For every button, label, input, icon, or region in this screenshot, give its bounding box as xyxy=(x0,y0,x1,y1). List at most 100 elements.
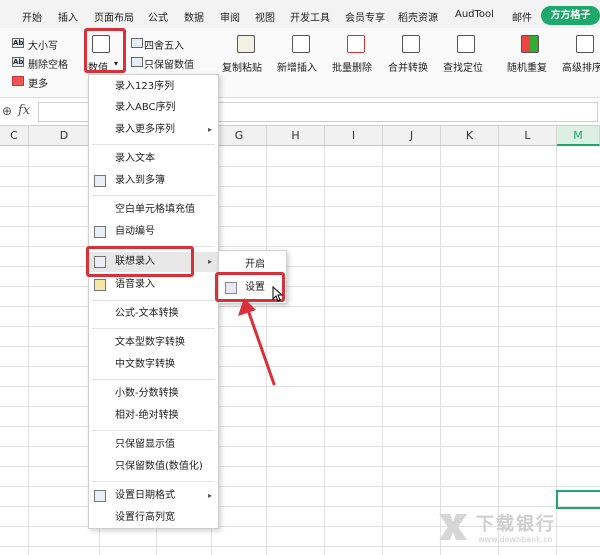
submenu-arrow-icon: ▸ xyxy=(207,257,212,266)
column-header[interactable]: I xyxy=(325,126,383,146)
grid-line xyxy=(440,146,441,555)
menu-separator xyxy=(92,328,215,329)
random-repeat-button[interactable]: 随机重复 xyxy=(507,59,547,74)
voice-input-icon xyxy=(94,279,106,291)
grid-line xyxy=(28,146,29,555)
menu-item-input-more[interactable]: 录入更多序列 ▸ xyxy=(89,120,218,140)
column-header[interactable]: J xyxy=(383,126,441,146)
menu-item-voice-input[interactable]: 语音录入 xyxy=(89,275,218,295)
menu-separator xyxy=(92,300,215,301)
menu-item-input-123[interactable]: 录入123序列 xyxy=(89,77,218,97)
keep-value-icon xyxy=(131,57,143,67)
column-header[interactable]: K xyxy=(441,126,499,146)
date-format-icon xyxy=(94,490,106,502)
tab-docer[interactable]: 稻壳资源 xyxy=(398,9,438,24)
copy-paste-button[interactable]: 复制粘贴 xyxy=(222,59,262,74)
menu-item-input-text[interactable]: 录入文本 xyxy=(89,149,218,169)
grid-line xyxy=(382,146,383,555)
menu-item-auto-number[interactable]: 自动编号 xyxy=(89,222,218,242)
watermark-url: www.downbank.cn xyxy=(478,535,553,544)
remove-space-icon: Ab xyxy=(12,57,24,67)
column-header[interactable]: H xyxy=(267,126,325,146)
menu-item-chinese-number[interactable]: 中文数字转换 xyxy=(89,355,218,375)
menu-item-label: 自动编号 xyxy=(115,226,155,237)
advanced-sort-button[interactable]: 高级排序 xyxy=(562,59,600,74)
insert-new-button[interactable]: 新增插入 xyxy=(277,59,317,74)
grid-line xyxy=(498,146,499,555)
selected-cell[interactable] xyxy=(556,490,600,509)
menu-item-label: 设置行高列宽 xyxy=(115,512,175,523)
watermark-logo-icon xyxy=(439,514,467,540)
menu-item-label: 录入ABC序列 xyxy=(115,102,176,113)
menu-separator xyxy=(92,481,215,482)
tab-insert[interactable]: 插入 xyxy=(58,9,78,24)
merge-convert-icon xyxy=(402,35,420,53)
tab-fangfang[interactable]: 方方格子 xyxy=(541,6,600,25)
remove-space-button[interactable]: 删除空格 xyxy=(28,56,68,71)
column-header[interactable]: G xyxy=(212,126,267,146)
insert-new-icon xyxy=(292,35,310,53)
tab-audtool[interactable]: AudTool xyxy=(455,9,494,20)
more-icon xyxy=(12,76,24,86)
submenu-arrow-icon: ▸ xyxy=(207,491,212,500)
menu-item-input-multi-book[interactable]: 录入到多簿 xyxy=(89,171,218,191)
round-icon xyxy=(131,38,143,48)
menu-item-label: 只保留显示值 xyxy=(115,439,175,450)
menu-item-label: 录入更多序列 xyxy=(115,124,175,135)
menu-separator xyxy=(92,144,215,145)
submenu-arrow-icon: ▸ xyxy=(207,125,212,134)
menu-item-keep-value[interactable]: 只保留数值(数值化) xyxy=(89,457,218,477)
tab-member[interactable]: 会员专享 xyxy=(345,9,385,24)
column-header[interactable]: C xyxy=(0,126,29,146)
menu-item-decimal-fraction[interactable]: 小数-分数转换 xyxy=(89,384,218,404)
round-button[interactable]: 四舍五入 xyxy=(144,37,184,52)
menu-item-row-col-size[interactable]: 设置行高列宽 xyxy=(89,508,218,528)
copy-paste-icon xyxy=(237,35,255,53)
watermark: 下载银行 www.downbank.cn xyxy=(436,508,596,550)
menu-item-formula-text[interactable]: 公式-文本转换 xyxy=(89,304,218,324)
menu-separator xyxy=(92,379,215,380)
column-header[interactable]: L xyxy=(499,126,557,146)
zoom-icon[interactable]: ⊕ xyxy=(2,104,12,118)
tab-data[interactable]: 数据 xyxy=(184,9,204,24)
menu-item-label: 只保留数值(数值化) xyxy=(115,461,203,472)
menu-item-label: 文本型数字转换 xyxy=(115,337,185,348)
menu-item-keep-display[interactable]: 只保留显示值 xyxy=(89,435,218,455)
menu-item-label: 录入到多簿 xyxy=(115,175,165,186)
merge-convert-button[interactable]: 合并转换 xyxy=(388,59,428,74)
case-button[interactable]: 大小写 xyxy=(28,37,58,52)
menu-item-label: 录入123序列 xyxy=(115,81,175,92)
associative-input-highlight-box xyxy=(86,246,194,277)
tab-page-layout[interactable]: 页面布局 xyxy=(94,9,134,24)
menu-item-label: 录入文本 xyxy=(115,153,155,164)
more-button[interactable]: 更多 xyxy=(28,75,48,90)
menu-item-input-abc[interactable]: 录入ABC序列 xyxy=(89,98,218,118)
batch-delete-icon xyxy=(347,35,365,53)
tab-view[interactable]: 视图 xyxy=(255,9,275,24)
menu-item-label: 语音录入 xyxy=(115,279,155,290)
column-header-selected[interactable]: M xyxy=(557,126,600,146)
fx-icon[interactable]: fx xyxy=(18,103,30,118)
tab-review[interactable]: 审阅 xyxy=(220,9,240,24)
menu-item-label: 中文数字转换 xyxy=(115,359,175,370)
menu-item-text-number[interactable]: 文本型数字转换 xyxy=(89,333,218,353)
batch-delete-button[interactable]: 批量删除 xyxy=(332,59,372,74)
menu-item-label: 小数-分数转换 xyxy=(115,388,179,399)
keep-value-button[interactable]: 只保留数值 xyxy=(144,56,194,71)
value-dropdown-menu: 录入123序列 录入ABC序列 录入更多序列 ▸ 录入文本 录入到多簿 空白单元格… xyxy=(88,74,219,529)
ribbon-tab-bar: 开始 插入 页面布局 公式 数据 审阅 视图 开发工具 会员专享 稻壳资源 Au… xyxy=(0,0,600,28)
menu-separator xyxy=(92,195,215,196)
find-locate-button[interactable]: 查找定位 xyxy=(443,59,483,74)
menu-item-date-format[interactable]: 设置日期格式 ▸ xyxy=(89,486,218,506)
menu-separator xyxy=(92,430,215,431)
menu-item-label: 设置日期格式 xyxy=(115,490,175,501)
random-repeat-icon xyxy=(521,35,539,53)
grid-line xyxy=(324,146,325,555)
menu-item-relative-absolute[interactable]: 相对-绝对转换 xyxy=(89,406,218,426)
menu-item-fill-blank[interactable]: 空白单元格填充值 xyxy=(89,200,218,220)
tab-developer[interactable]: 开发工具 xyxy=(290,9,330,24)
advanced-sort-icon xyxy=(576,35,594,53)
tab-mail[interactable]: 邮件 xyxy=(512,9,532,24)
tab-formulas[interactable]: 公式 xyxy=(148,9,168,24)
tab-home[interactable]: 开始 xyxy=(22,9,42,24)
